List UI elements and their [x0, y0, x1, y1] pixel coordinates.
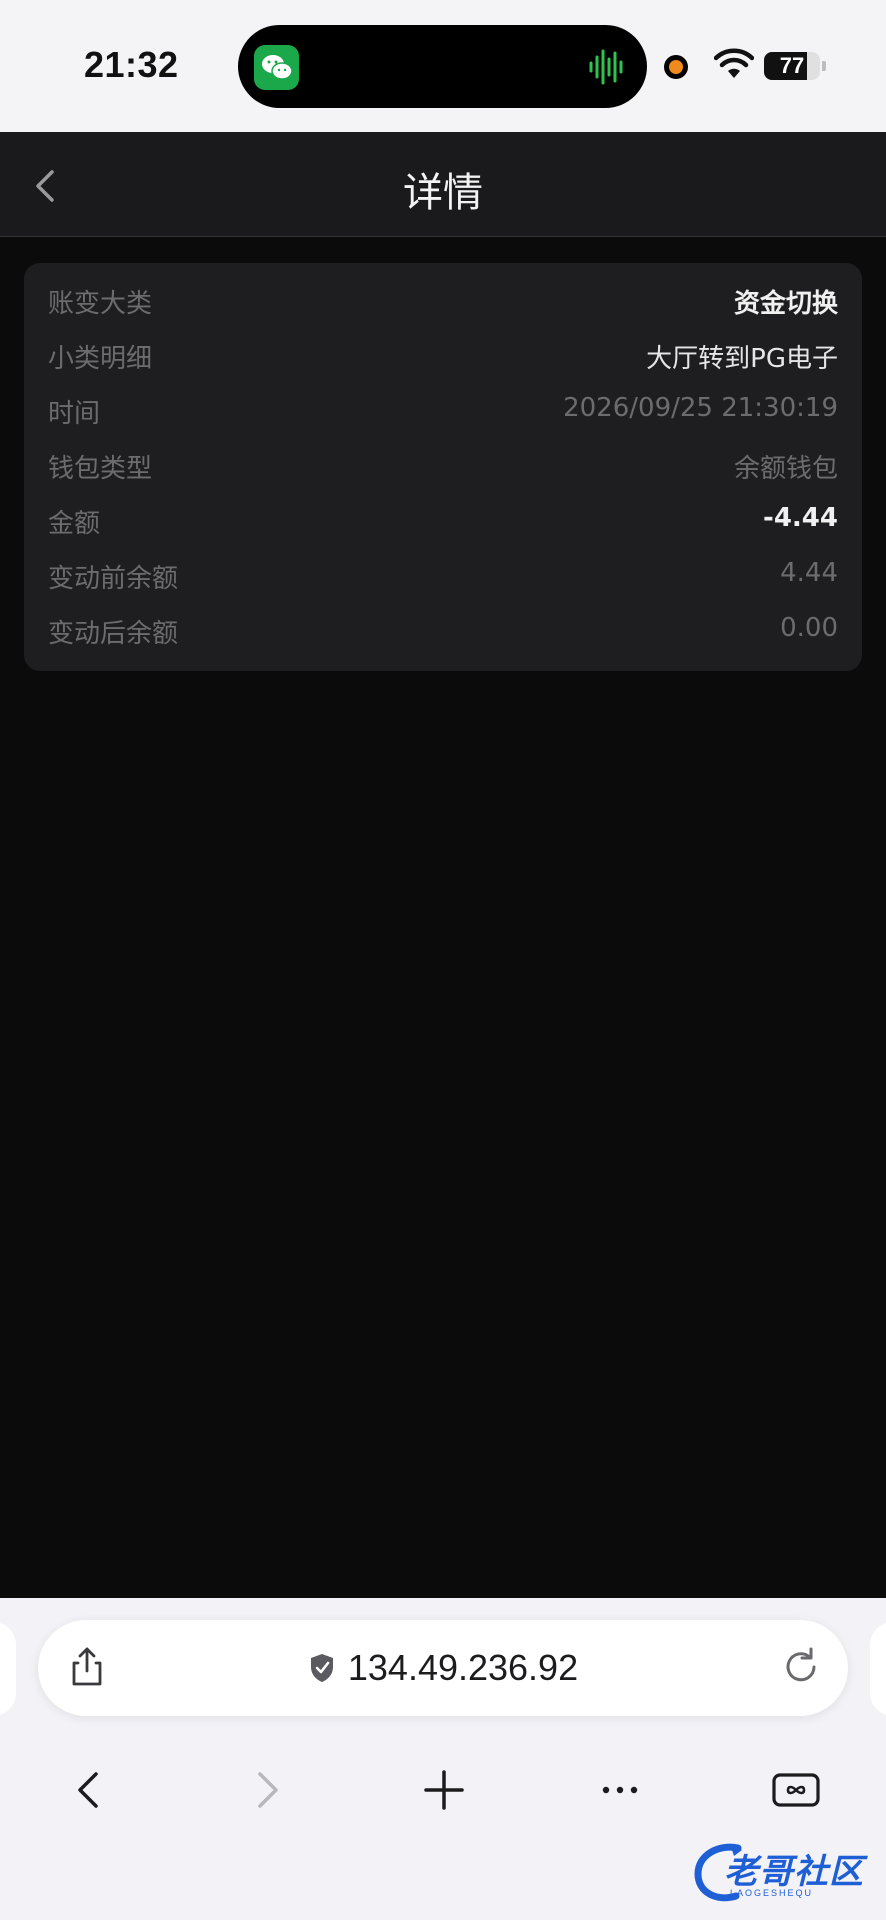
- detail-label: 金额: [48, 509, 101, 539]
- next-tab-peek[interactable]: [870, 1622, 886, 1716]
- page-title: 详情: [403, 170, 483, 216]
- reload-icon[interactable]: [778, 1644, 824, 1690]
- recording-indicator-icon: [664, 55, 688, 79]
- detail-value: 余额钱包: [733, 454, 838, 484]
- detail-value: 0.00: [780, 613, 838, 643]
- previous-tab-peek[interactable]: [0, 1622, 16, 1716]
- page-header: 详情: [0, 132, 886, 237]
- detail-row-wallet-type: 钱包类型 余额钱包: [48, 444, 838, 484]
- detail-value: 大厅转到PG电子: [646, 344, 838, 374]
- tabs-icon[interactable]: [766, 1760, 826, 1820]
- watermark-subtext: LAOGESHEQU: [730, 1888, 814, 1898]
- watermark: 老哥社区 LAOGESHEQU: [690, 1838, 876, 1908]
- more-icon[interactable]: [590, 1760, 650, 1820]
- shield-check-icon: [310, 1654, 333, 1682]
- detail-row-subcategory: 小类明细 大厅转到PG电子: [48, 334, 838, 374]
- detail-row-balance-after: 变动后余额 0.00: [48, 609, 838, 649]
- detail-label: 钱包类型: [48, 454, 153, 484]
- wifi-icon: [714, 48, 754, 78]
- detail-label: 账变大类: [48, 289, 153, 319]
- detail-row-time: 时间 2026/09/25 21:30:19: [48, 389, 838, 429]
- dynamic-island[interactable]: [238, 25, 647, 108]
- wechat-icon[interactable]: [254, 45, 299, 90]
- status-bar: 21:32 77: [0, 0, 886, 132]
- watermark-text: 老哥社区: [724, 1852, 864, 1892]
- chevron-left-icon[interactable]: [60, 1760, 120, 1820]
- detail-card: 账变大类 资金切换 小类明细 大厅转到PG电子 时间 2026/09/25 21…: [24, 263, 862, 671]
- chevron-right-icon[interactable]: [236, 1760, 296, 1820]
- battery-nub: [822, 61, 826, 71]
- detail-row-balance-before: 变动前余额 4.44: [48, 554, 838, 594]
- detail-value: 2026/09/25 21:30:19: [563, 393, 838, 423]
- detail-label: 变动后余额: [48, 619, 179, 649]
- battery-icon: 77: [764, 52, 820, 80]
- battery-percent: 77: [779, 53, 805, 78]
- voice-waveform-icon: [589, 49, 623, 85]
- status-time: 21:32: [84, 44, 179, 85]
- browser-toolbar: [0, 1760, 886, 1820]
- detail-row-amount: 金额 -4.44: [48, 499, 838, 539]
- url-group[interactable]: 134.49.236.92: [38, 1620, 848, 1716]
- detail-value: 4.44: [780, 558, 838, 588]
- share-icon[interactable]: [64, 1644, 110, 1690]
- url-text[interactable]: 134.49.236.92: [348, 1647, 578, 1689]
- detail-value: 资金切换: [733, 289, 838, 319]
- detail-label: 小类明细: [48, 344, 153, 374]
- detail-row-category: 账变大类 资金切换: [48, 279, 838, 319]
- detail-label: 变动前余额: [48, 564, 179, 594]
- detail-value: -4.44: [763, 503, 838, 533]
- address-bar[interactable]: 134.49.236.92: [38, 1620, 848, 1716]
- detail-label: 时间: [48, 399, 101, 429]
- plus-icon[interactable]: [414, 1760, 474, 1820]
